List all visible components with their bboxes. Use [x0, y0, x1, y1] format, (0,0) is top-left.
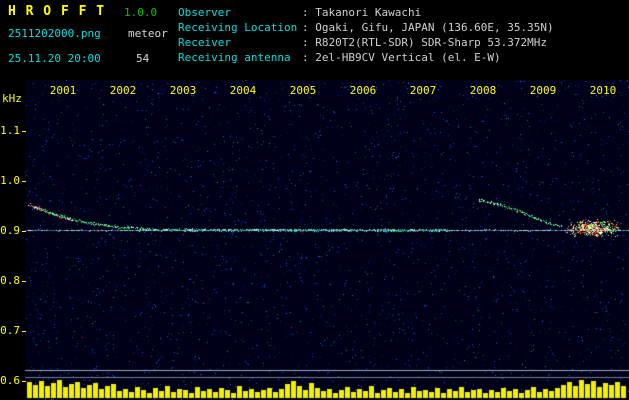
mode-label: meteor — [128, 27, 168, 40]
freq-tick-label: 0.9 — [0, 224, 26, 237]
freq-tick-label: 0.6 — [0, 374, 26, 387]
time-tick-label: 2007 — [409, 84, 437, 97]
time-tick-label: 2004 — [229, 84, 257, 97]
station-row: Receiver : R820T2(RTL-SDR) SDR-Sharp 53.3… — [178, 35, 554, 50]
station-label: Receiving Location — [178, 21, 298, 34]
station-label: Receiving antenna — [178, 51, 291, 64]
app-title: H R O F F T — [8, 4, 106, 19]
station-row: Receiving antenna : 2el-HB9CV Vertical (e… — [178, 50, 554, 65]
time-tick-label: 2006 — [349, 84, 377, 97]
app-version: 1.0.0 — [124, 6, 158, 19]
time-tick-label: 2009 — [529, 84, 557, 97]
station-value: : Ogaki, Gifu, JAPAN (136.60E, 35.35N) — [302, 21, 554, 34]
station-value: : 2el-HB9CV Vertical (el. E-W) — [302, 51, 501, 64]
hrofft-app: H R O F F T 1.0.0 2511202000.png meteor … — [0, 0, 629, 400]
station-info: Observer : Takanori Kawachi Receiving Loc… — [178, 5, 554, 65]
time-tick-label: 2001 — [49, 84, 77, 97]
station-label: Observer — [178, 6, 231, 19]
station-label: Receiver — [178, 36, 231, 49]
spectrogram-panel: 2001 2002 2003 2004 2005 2006 2007 2008 … — [0, 80, 629, 400]
header-bar: H R O F F T 1.0.0 2511202000.png meteor … — [0, 0, 629, 80]
station-value: : R820T2(RTL-SDR) SDR-Sharp 53.372MHz — [302, 36, 548, 49]
datetime-label: 25.11.20 20:00 — [8, 52, 101, 65]
station-row: Receiving Location : Ogaki, Gifu, JAPAN (… — [178, 20, 554, 35]
freq-tick-label: 0.8 — [0, 274, 26, 287]
station-row: Observer : Takanori Kawachi — [178, 5, 554, 20]
time-tick-label: 2003 — [169, 84, 197, 97]
output-filename: 2511202000.png — [8, 27, 101, 40]
station-value: : Takanori Kawachi — [302, 6, 422, 19]
freq-tick-label: 1.0 — [0, 174, 26, 187]
time-tick-label: 2010 — [589, 84, 617, 97]
spectrogram-canvas — [0, 80, 629, 400]
freq-tick-label: 0.7 — [0, 324, 26, 337]
freq-unit-label: kHz — [2, 92, 22, 105]
freq-tick-label: 1.1 — [0, 124, 26, 137]
time-tick-label: 2002 — [109, 84, 137, 97]
time-tick-label: 2005 — [289, 84, 317, 97]
time-tick-label: 2008 — [469, 84, 497, 97]
meteor-count: 54 — [136, 52, 150, 65]
